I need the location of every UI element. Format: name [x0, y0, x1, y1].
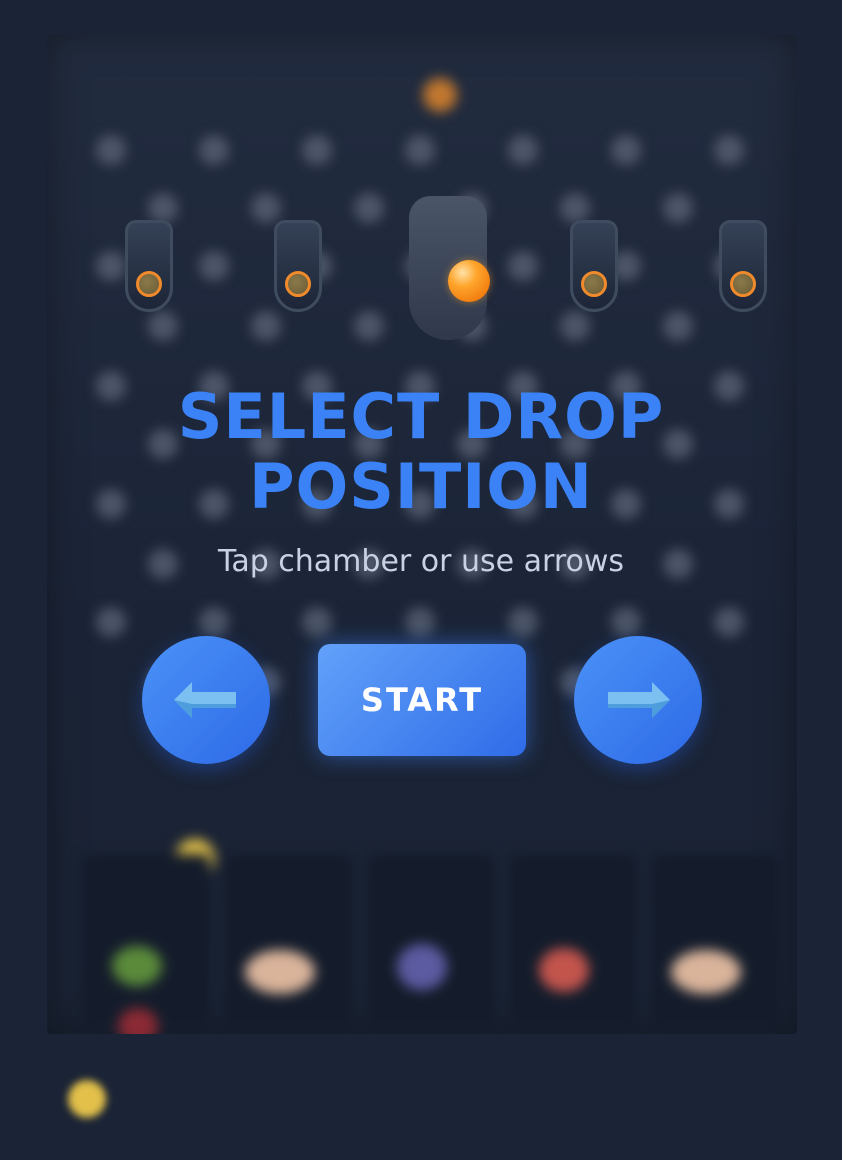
- ball-icon: [448, 260, 490, 302]
- prize-slot: [367, 854, 495, 1024]
- prize-slot: [651, 854, 779, 1024]
- chamber-3-selected[interactable]: [409, 196, 490, 340]
- chamber-2[interactable]: [274, 220, 322, 312]
- peg: [508, 135, 538, 165]
- chamber-1[interactable]: [125, 220, 173, 312]
- ball-icon: [136, 271, 162, 297]
- peg: [663, 311, 693, 341]
- peg: [199, 607, 229, 637]
- peg: [199, 135, 229, 165]
- title-line-2: POSITION: [249, 450, 593, 523]
- peg: [611, 607, 641, 637]
- move-right-button[interactable]: [574, 636, 702, 764]
- peg: [148, 193, 178, 223]
- ball-icon: [285, 271, 311, 297]
- peg: [251, 311, 281, 341]
- peg: [508, 251, 538, 281]
- falling-ball: [423, 78, 457, 112]
- coin-icon: [68, 1080, 106, 1118]
- peg: [96, 135, 126, 165]
- peg: [302, 135, 332, 165]
- peg: [251, 193, 281, 223]
- peg: [405, 607, 435, 637]
- game-board: [47, 34, 797, 1034]
- peg: [611, 135, 641, 165]
- peg: [354, 193, 384, 223]
- peg: [302, 607, 332, 637]
- peg: [714, 135, 744, 165]
- peg: [508, 607, 538, 637]
- peg: [560, 193, 590, 223]
- peg: [354, 311, 384, 341]
- start-button[interactable]: START: [318, 644, 526, 756]
- peg: [560, 311, 590, 341]
- background-blur: [47, 34, 797, 1034]
- prize-slot: [82, 854, 210, 1034]
- peg: [148, 311, 178, 341]
- prize-slot: [509, 854, 637, 1024]
- arrow-right-icon: [608, 682, 670, 718]
- chamber-5[interactable]: [719, 220, 767, 312]
- ball-icon: [730, 271, 756, 297]
- arrow-left-icon: [174, 682, 236, 718]
- peg: [96, 607, 126, 637]
- overlay-subtitle: Tap chamber or use arrows: [217, 544, 625, 579]
- peg: [199, 251, 229, 281]
- prize-slot: [225, 854, 353, 1024]
- peg: [663, 193, 693, 223]
- overlay-title: SELECT DROP POSITION: [0, 382, 842, 522]
- title-line-1: SELECT DROP: [177, 380, 665, 453]
- chamber-4[interactable]: [570, 220, 618, 312]
- move-left-button[interactable]: [142, 636, 270, 764]
- peg: [714, 607, 744, 637]
- ball-icon: [581, 271, 607, 297]
- footer-blur: [0, 1040, 842, 1160]
- peg: [96, 251, 126, 281]
- peg: [405, 135, 435, 165]
